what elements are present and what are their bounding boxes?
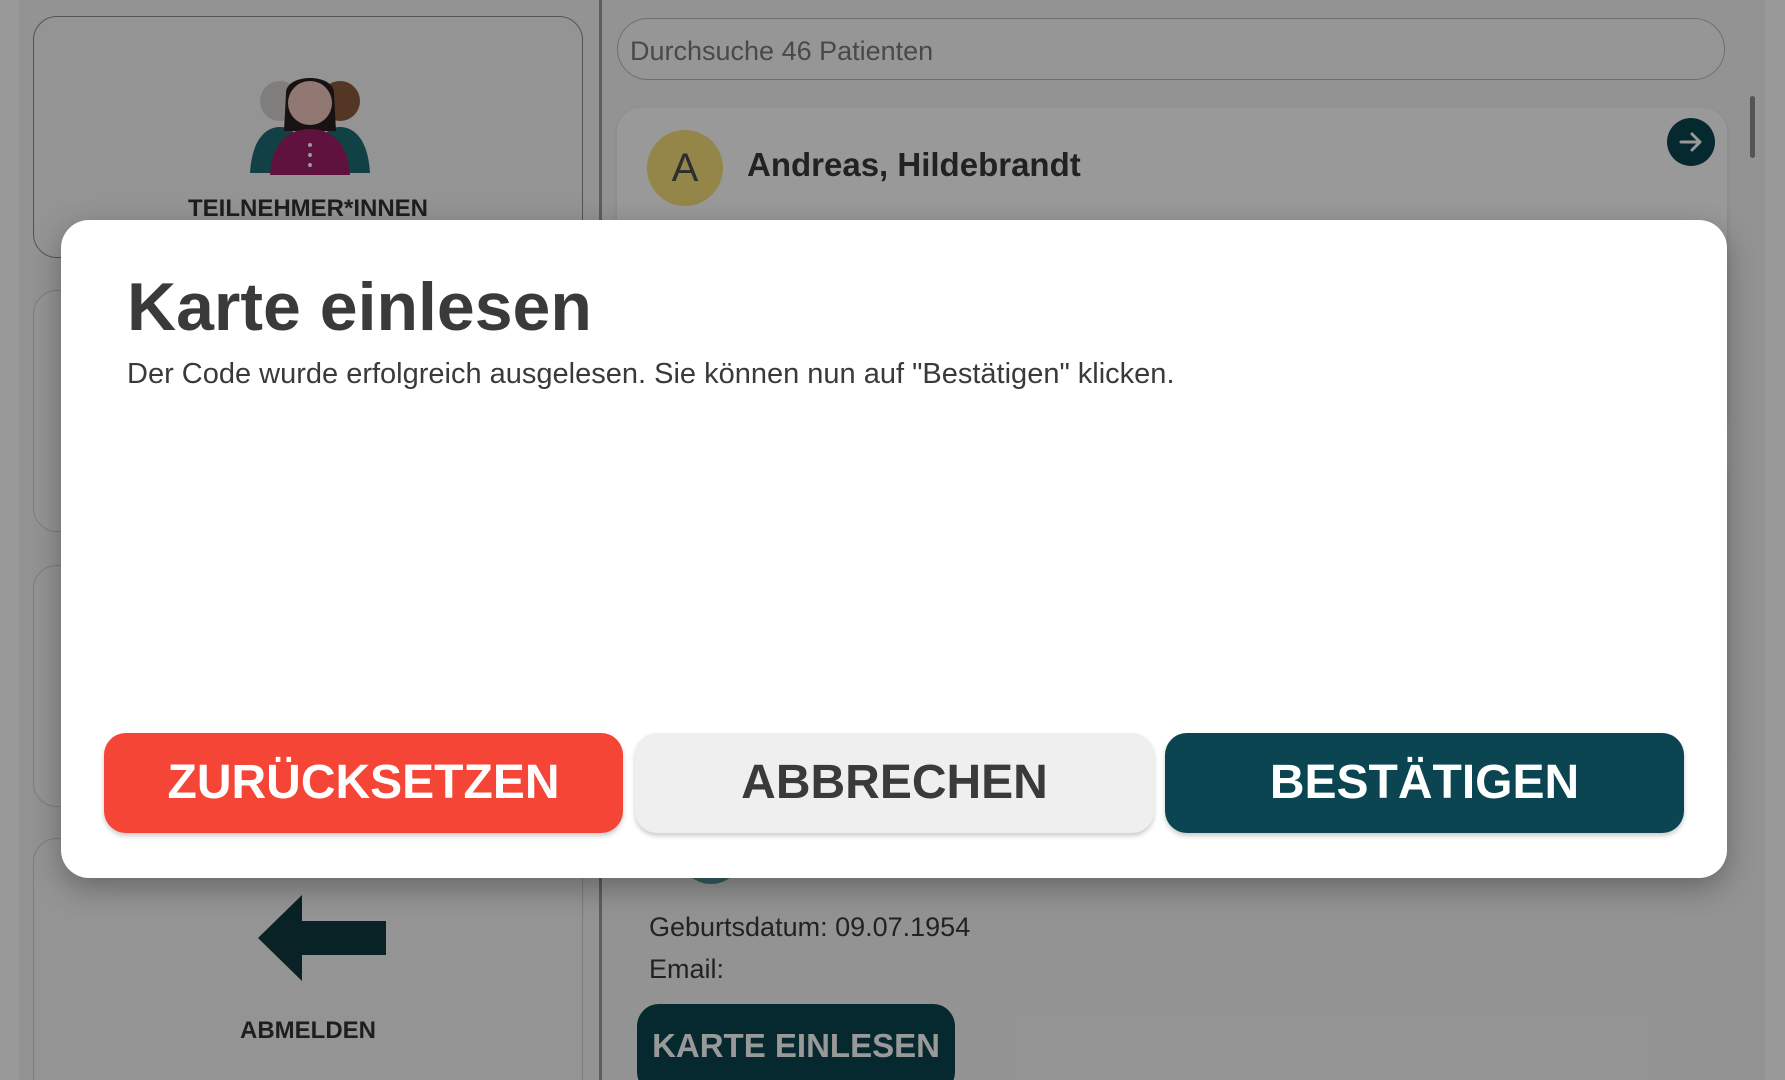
cancel-button[interactable]: ABBRECHEN — [635, 733, 1154, 833]
dialog-message: Der Code wurde erfolgreich ausgelesen. S… — [127, 358, 1175, 390]
read-card-dialog: Karte einlesen Der Code wurde erfolgreic… — [61, 220, 1727, 878]
dialog-title: Karte einlesen — [127, 269, 592, 345]
reset-button[interactable]: ZURÜCKSETZEN — [104, 733, 623, 833]
confirm-button[interactable]: BESTÄTIGEN — [1165, 733, 1684, 833]
